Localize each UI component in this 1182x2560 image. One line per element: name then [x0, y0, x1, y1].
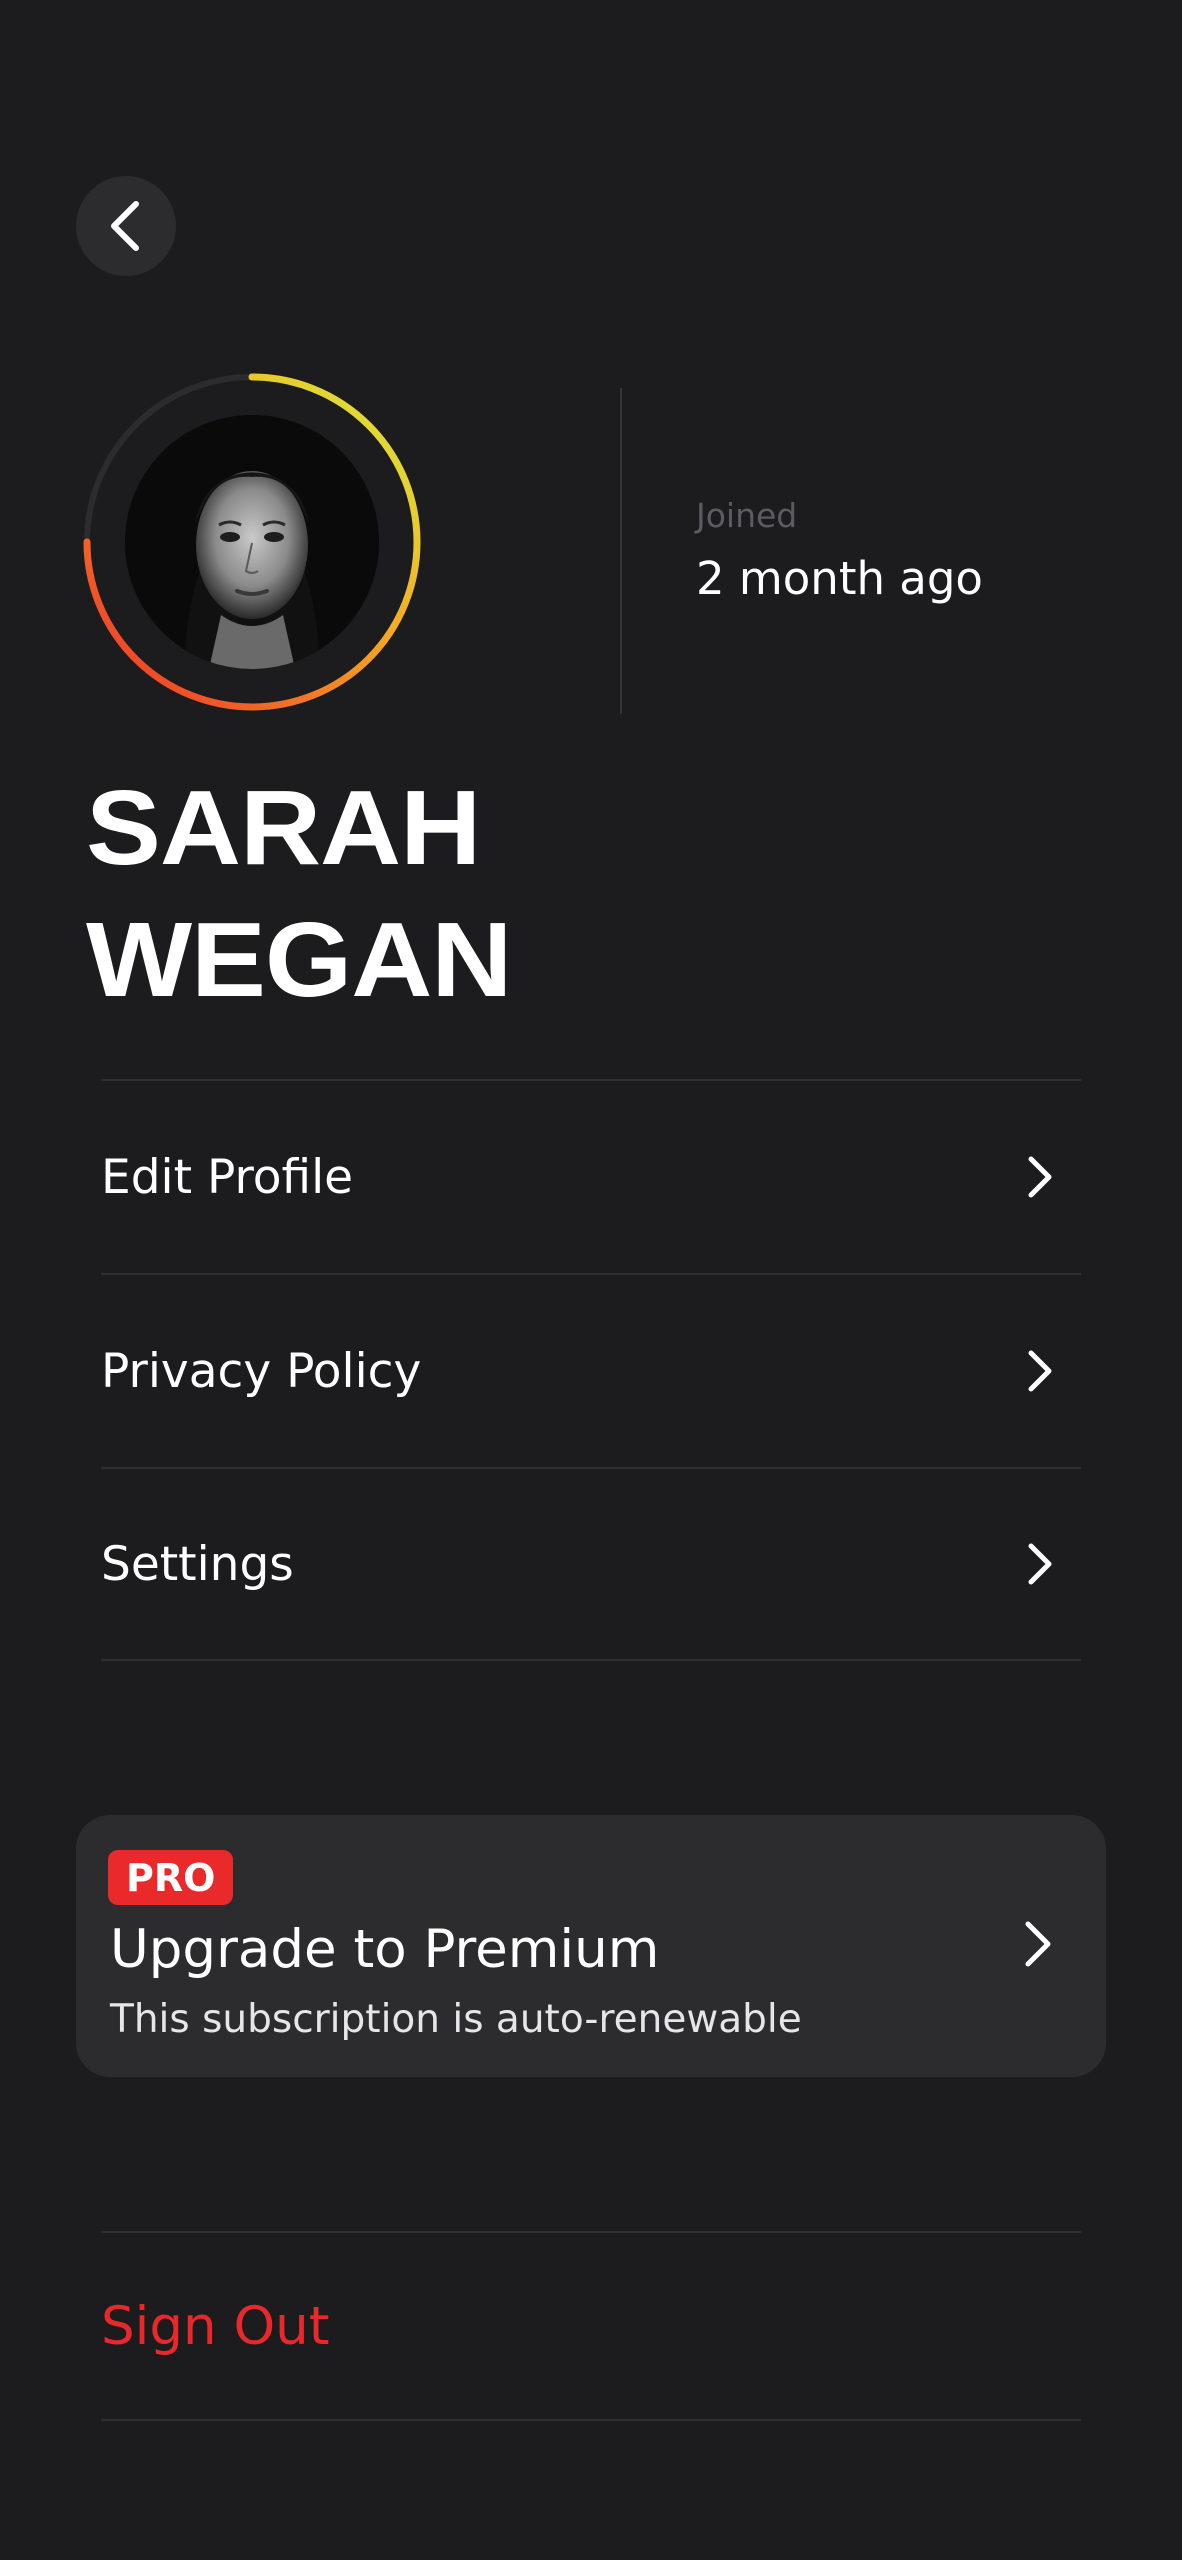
- sign-out-button[interactable]: Sign Out: [101, 2231, 1081, 2421]
- menu-item-edit-profile[interactable]: Edit Profile: [101, 1079, 1081, 1273]
- menu-item-label: Edit Profile: [101, 1149, 354, 1205]
- joined-label: Joined: [696, 496, 798, 535]
- joined-value: 2 month ago: [696, 552, 983, 605]
- premium-subtitle: This subscription is auto-renewable: [110, 1997, 802, 2042]
- avatar: [82, 372, 422, 712]
- menu-item-settings[interactable]: Settings: [101, 1467, 1081, 1661]
- portrait-image: [125, 415, 379, 669]
- user-name: SARAH WEGAN: [86, 762, 828, 1026]
- chevron-left-icon: [111, 201, 139, 251]
- menu-item-label: Settings: [101, 1536, 294, 1592]
- vertical-divider: [620, 388, 622, 714]
- user-first-name: SARAH: [86, 769, 481, 887]
- menu-item-label: Privacy Policy: [101, 1343, 422, 1399]
- premium-title: Upgrade to Premium: [110, 1919, 660, 1980]
- chevron-right-icon: [1028, 1156, 1052, 1198]
- upgrade-premium-card[interactable]: PRO Upgrade to Premium This subscription…: [76, 1815, 1106, 2077]
- avatar-photo: [125, 415, 379, 669]
- settings-menu: Edit Profile Privacy Policy Settings: [101, 1079, 1081, 1661]
- pro-badge: PRO: [108, 1850, 234, 1905]
- sign-out-label: Sign Out: [101, 2295, 330, 2357]
- chevron-right-icon: [1028, 1350, 1052, 1392]
- user-last-name: WEGAN: [86, 901, 512, 1019]
- back-button[interactable]: [76, 176, 176, 276]
- chevron-right-icon: [1028, 1543, 1052, 1585]
- chevron-right-icon: [1025, 1921, 1051, 1967]
- menu-item-privacy-policy[interactable]: Privacy Policy: [101, 1273, 1081, 1467]
